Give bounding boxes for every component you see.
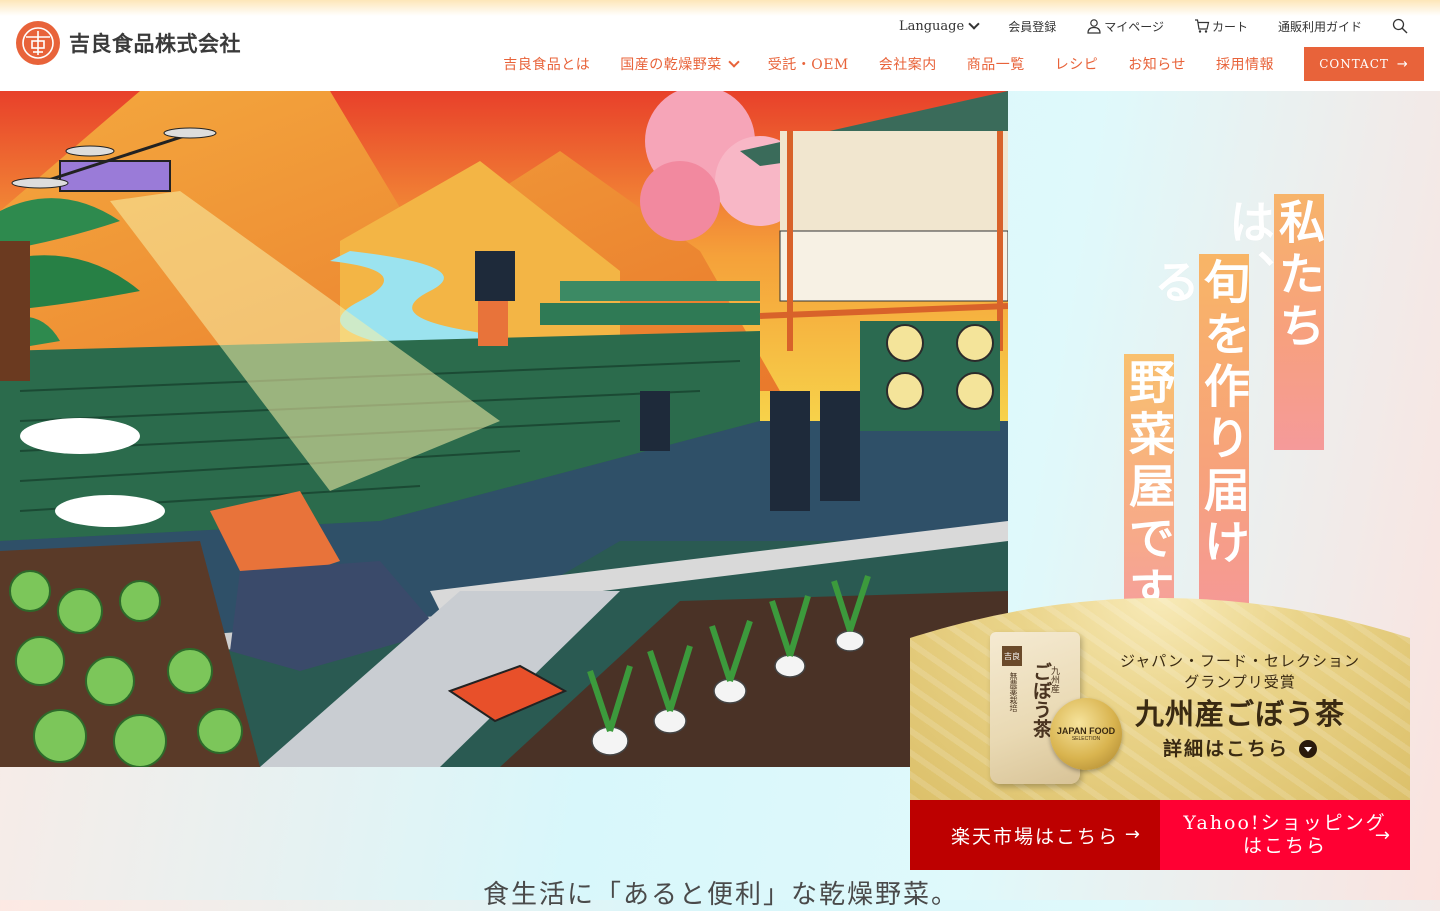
site-logo[interactable]: 吉良食品株式会社 bbox=[16, 21, 241, 65]
arrow-right-icon: → bbox=[1374, 825, 1392, 846]
contact-button[interactable]: CONTACT → bbox=[1304, 47, 1424, 81]
cart-link[interactable]: カート bbox=[1194, 16, 1248, 36]
yahoo-shopping-button[interactable]: Yahoo!ショッピング はこちら → bbox=[1160, 800, 1410, 870]
language-label: Language bbox=[898, 18, 965, 34]
contact-label: CONTACT bbox=[1319, 57, 1389, 71]
medal-subtitle: SELECTION bbox=[1071, 735, 1101, 742]
nav-recipes[interactable]: レシピ bbox=[1055, 47, 1099, 81]
register-link[interactable]: 会員登録 bbox=[1008, 16, 1056, 36]
search-button[interactable] bbox=[1392, 16, 1410, 36]
catch-line-2: 旬を作り届ける bbox=[1147, 254, 1251, 620]
yahoo-label-line-2: はこちら bbox=[1242, 835, 1327, 857]
site-header: 吉良食品株式会社 Language 会員登録 マイページ カート 通販利用ガイド… bbox=[0, 0, 1440, 91]
nav-news-label: お知らせ bbox=[1128, 57, 1186, 73]
arrow-right-icon: → bbox=[1124, 824, 1142, 845]
arrow-right-icon: → bbox=[1396, 56, 1409, 72]
register-label: 会員登録 bbox=[1008, 19, 1057, 34]
rakuten-button[interactable]: 楽天市場はこちら → bbox=[910, 800, 1160, 870]
nav-recruit[interactable]: 採用情報 bbox=[1216, 47, 1274, 81]
logo-mark-icon bbox=[16, 21, 60, 65]
award-banner: 吉良 ごぼう茶 九州産 無農薬栽培 JAPAN FOOD SELECTION ジ… bbox=[910, 598, 1410, 870]
chevron-down-icon bbox=[728, 55, 740, 68]
cart-icon bbox=[1194, 19, 1210, 33]
cart-label: カート bbox=[1211, 19, 1248, 34]
nav-dried-vegetables[interactable]: 国産の乾燥野菜 bbox=[620, 47, 740, 81]
guide-link[interactable]: 通販利用ガイド bbox=[1278, 16, 1362, 36]
nav-dried-vegetables-label: 国産の乾燥野菜 bbox=[620, 57, 722, 73]
yahoo-label: Yahoo!ショッピング はこちら bbox=[1183, 812, 1386, 858]
nav-oem-label: 受託・OEM bbox=[767, 57, 849, 73]
yahoo-label-line-1: Yahoo!ショッピング bbox=[1183, 812, 1387, 834]
nav-about[interactable]: 吉良食品とは bbox=[503, 47, 590, 81]
language-selector[interactable]: Language bbox=[898, 16, 980, 36]
award-line-2: グランプリ受賞 bbox=[1184, 673, 1296, 691]
utility-nav: Language 会員登録 マイページ カート 通販利用ガイド bbox=[899, 16, 1410, 36]
nav-oem[interactable]: 受託・OEM bbox=[768, 47, 849, 81]
user-icon bbox=[1087, 19, 1101, 34]
package-small-text: 無農薬栽培 bbox=[1009, 672, 1018, 712]
nav-company[interactable]: 会社案内 bbox=[879, 47, 937, 81]
nav-recruit-label: 採用情報 bbox=[1216, 57, 1274, 73]
hero-illustration bbox=[0, 91, 1008, 767]
package-subtitle: 九州産 bbox=[1049, 666, 1059, 693]
nav-products-label: 商品一覧 bbox=[966, 57, 1025, 73]
nav-about-label: 吉良食品とは bbox=[503, 57, 591, 73]
nav-company-label: 会社案内 bbox=[878, 57, 937, 73]
mypage-link[interactable]: マイページ bbox=[1086, 16, 1164, 36]
chevron-down-circle-icon bbox=[1299, 740, 1317, 758]
award-product-name: 九州産ごぼう茶 bbox=[1134, 697, 1345, 731]
lead-text: 食生活に「あると便利」な乾燥野菜。 bbox=[483, 880, 960, 910]
guide-label: 通販利用ガイド bbox=[1277, 19, 1362, 34]
main-nav: 吉良食品とは 国産の乾燥野菜 受託・OEM 会社案内 商品一覧 レシピ お知らせ… bbox=[503, 47, 1424, 81]
brand-name: 吉良食品株式会社 bbox=[69, 31, 241, 56]
catch-line-3: 野菜屋です bbox=[1122, 354, 1176, 620]
mypage-label: マイページ bbox=[1104, 19, 1164, 34]
award-line-1: ジャパン・フード・セレクション bbox=[1119, 652, 1360, 670]
search-icon bbox=[1392, 18, 1408, 34]
chevron-down-icon bbox=[968, 18, 980, 30]
medal-title: JAPAN FOOD bbox=[1056, 725, 1116, 736]
nav-products[interactable]: 商品一覧 bbox=[967, 47, 1025, 81]
nav-news[interactable]: お知らせ bbox=[1128, 47, 1186, 81]
rakuten-label: 楽天市場はこちら bbox=[950, 825, 1119, 848]
award-details-label: 詳細はこちら bbox=[1162, 738, 1289, 760]
catch-line-1: 私たちは、 bbox=[1222, 194, 1326, 450]
farm-scene-illustration bbox=[0, 91, 1008, 767]
award-details-link[interactable]: 詳細はこちら bbox=[1110, 734, 1370, 764]
nav-recipes-label: レシピ bbox=[1054, 57, 1099, 73]
award-text: ジャパン・フード・セレクション グランプリ受賞 九州産ごぼう茶 詳細はこちら bbox=[1110, 650, 1370, 764]
package-brand-badge: 吉良 bbox=[1002, 646, 1022, 666]
